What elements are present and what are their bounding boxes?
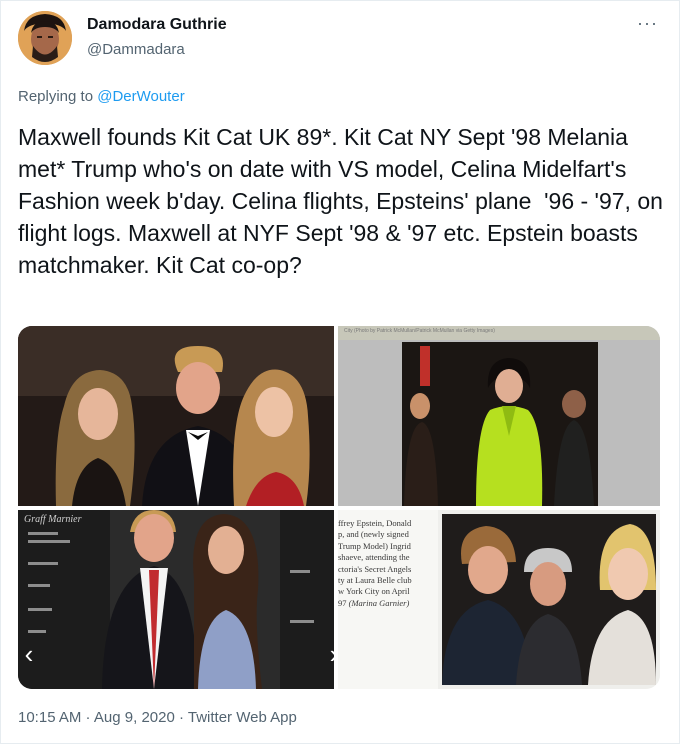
caption-line: ffrey Epstein, Donald: [338, 518, 412, 528]
photo-image: [18, 510, 334, 689]
photo-credit: City (Photo by Patrick McMullan/Patrick …: [344, 328, 495, 334]
caption-credit: (Marina Garnier): [348, 597, 410, 608]
tweet-card: Damodara Guthrie @Dammadara ··· Replying…: [0, 0, 680, 744]
photo-maxwell-lime-jacket[interactable]: City (Photo by Patrick McMullan/Patrick …: [338, 326, 660, 506]
tweet-text: Maxwell founds Kit Cat UK 89*. Kit Cat N…: [18, 124, 670, 278]
caption-line: 97 (Marina Garnier): [338, 598, 430, 609]
author-handle[interactable]: @Dammadara: [87, 41, 185, 58]
replying-to-label: Replying to: [18, 88, 98, 105]
caption-line: ctoria's Secret Angels: [338, 563, 412, 574]
more-options-icon[interactable]: ···: [637, 13, 658, 34]
carousel-next-icon[interactable]: ›: [319, 640, 349, 670]
avatar-image: [18, 11, 72, 65]
meta-separator: ·: [81, 709, 94, 726]
photo-image: [18, 326, 334, 506]
media-collage[interactable]: City (Photo by Patrick McMullan/Patrick …: [18, 326, 660, 689]
caption-line: p, and (newly signed: [338, 529, 409, 540]
magazine-caption: ffrey Epstein, Donald p, and (newly sign…: [338, 518, 430, 609]
caption-line: Trump Model) Ingrid: [338, 540, 411, 551]
caption-line: w York City on April: [338, 586, 410, 597]
tweet-time-link[interactable]: 10:15 AM: [18, 709, 81, 726]
tweet-date-link[interactable]: Aug 9, 2020: [94, 709, 175, 726]
tweet-metadata: 10:15 AM · Aug 9, 2020 · Twitter Web App: [18, 709, 297, 726]
caption-line: shaeve, attending the: [338, 552, 410, 563]
caption-line-start: 97: [338, 597, 347, 608]
author-name[interactable]: Damodara Guthrie: [87, 16, 227, 34]
reply-mention-link[interactable]: @DerWouter: [97, 88, 184, 105]
replying-to: Replying to @DerWouter: [18, 88, 185, 105]
photo-trump-with-models[interactable]: [18, 326, 334, 506]
tweet-source-link[interactable]: Twitter Web App: [188, 709, 297, 726]
photo-image: [338, 326, 660, 506]
backdrop-brand-text: Graff Marnier: [24, 514, 82, 525]
photo-trump-melania[interactable]: Graff Marnier: [18, 510, 334, 689]
carousel-prev-icon[interactable]: ‹: [14, 640, 44, 670]
meta-separator: ·: [174, 709, 188, 726]
caption-line: ty at Laura Belle club: [338, 575, 412, 586]
avatar[interactable]: [18, 11, 72, 65]
